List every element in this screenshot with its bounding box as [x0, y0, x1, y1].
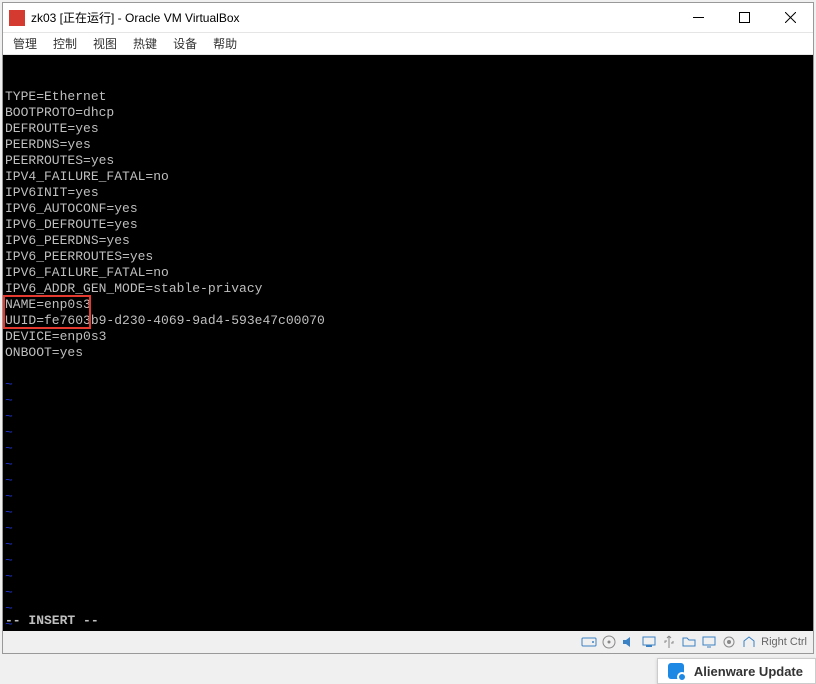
window-title: zk03 [正在运行] - Oracle VM VirtualBox [31, 9, 675, 26]
terminal-line: IPV6_DEFROUTE=yes [3, 217, 813, 233]
terminal-line: IPV6_AUTOCONF=yes [3, 201, 813, 217]
terminal-line: UUID=fe7603b9-d230-4069-9ad4-593e47c0007… [3, 313, 813, 329]
vim-tilde: ~ [3, 585, 813, 601]
optical-disk-icon[interactable] [601, 634, 617, 650]
terminal-line: BOOTPROTO=dhcp [3, 105, 813, 121]
terminal-line: IPV6_PEERDNS=yes [3, 233, 813, 249]
maximize-icon [739, 12, 750, 23]
terminal-line: DEFROUTE=yes [3, 121, 813, 137]
virtualbox-window: zk03 [正在运行] - Oracle VM VirtualBox 管理 控制… [2, 2, 814, 654]
vm-statusbar: Right Ctrl [3, 631, 813, 653]
vim-tilde: ~ [3, 489, 813, 505]
vim-tilde: ~ [3, 553, 813, 569]
shared-folder-icon[interactable] [681, 634, 697, 650]
host-key-icon[interactable] [741, 634, 757, 650]
hard-disk-icon[interactable] [581, 634, 597, 650]
terminal-line: IPV4_FAILURE_FATAL=no [3, 169, 813, 185]
terminal-line: IPV6_PEERROUTES=yes [3, 249, 813, 265]
menubar: 管理 控制 视图 热键 设备 帮助 [3, 33, 813, 55]
terminal-line: NAME=enp0s3 [3, 297, 813, 313]
terminal-line: IPV6_ADDR_GEN_MODE=stable-privacy [3, 281, 813, 297]
vim-mode-indicator: -- INSERT -- [5, 613, 99, 629]
vim-tilde: ~ [3, 457, 813, 473]
menu-help[interactable]: 帮助 [213, 35, 237, 52]
audio-icon[interactable] [621, 634, 637, 650]
minimize-icon [693, 12, 704, 23]
menu-control[interactable]: 控制 [53, 35, 77, 52]
terminal-line [3, 361, 813, 377]
vim-tilde: ~ [3, 537, 813, 553]
terminal-line: PEERROUTES=yes [3, 153, 813, 169]
window-controls [675, 3, 813, 32]
vim-tilde: ~ [3, 505, 813, 521]
terminal-line: IPV6_FAILURE_FATAL=no [3, 265, 813, 281]
notification-title: Alienware Update [694, 664, 803, 679]
vim-tilde: ~ [3, 473, 813, 489]
virtualbox-icon [9, 10, 25, 26]
vim-tilde: ~ [3, 617, 813, 631]
vim-tilde: ~ [3, 377, 813, 393]
menu-devices[interactable]: 设备 [173, 35, 197, 52]
alienware-update-notification[interactable]: Alienware Update [657, 658, 816, 684]
terminal[interactable]: TYPE=EthernetBOOTPROTO=dhcpDEFROUTE=yesP… [3, 55, 813, 631]
vim-tilde: ~ [3, 601, 813, 617]
menu-hotkeys[interactable]: 热键 [133, 35, 157, 52]
titlebar[interactable]: zk03 [正在运行] - Oracle VM VirtualBox [3, 3, 813, 33]
vim-tilde: ~ [3, 393, 813, 409]
close-button[interactable] [767, 3, 813, 32]
vim-tilde: ~ [3, 409, 813, 425]
host-key-label: Right Ctrl [761, 636, 807, 648]
terminal-line: IPV6INIT=yes [3, 185, 813, 201]
menu-view[interactable]: 视图 [93, 35, 117, 52]
recording-icon[interactable] [721, 634, 737, 650]
terminal-line: PEERDNS=yes [3, 137, 813, 153]
vim-tilde: ~ [3, 521, 813, 537]
terminal-line: ONBOOT=yes [3, 345, 813, 361]
close-icon [785, 12, 796, 23]
alienware-icon [668, 663, 684, 679]
network-icon[interactable] [641, 634, 657, 650]
display-icon[interactable] [701, 634, 717, 650]
terminal-line: DEVICE=enp0s3 [3, 329, 813, 345]
vim-tilde: ~ [3, 425, 813, 441]
terminal-line: TYPE=Ethernet [3, 89, 813, 105]
menu-manage[interactable]: 管理 [13, 35, 37, 52]
usb-icon[interactable] [661, 634, 677, 650]
vim-tilde: ~ [3, 441, 813, 457]
maximize-button[interactable] [721, 3, 767, 32]
minimize-button[interactable] [675, 3, 721, 32]
vim-tilde: ~ [3, 569, 813, 585]
